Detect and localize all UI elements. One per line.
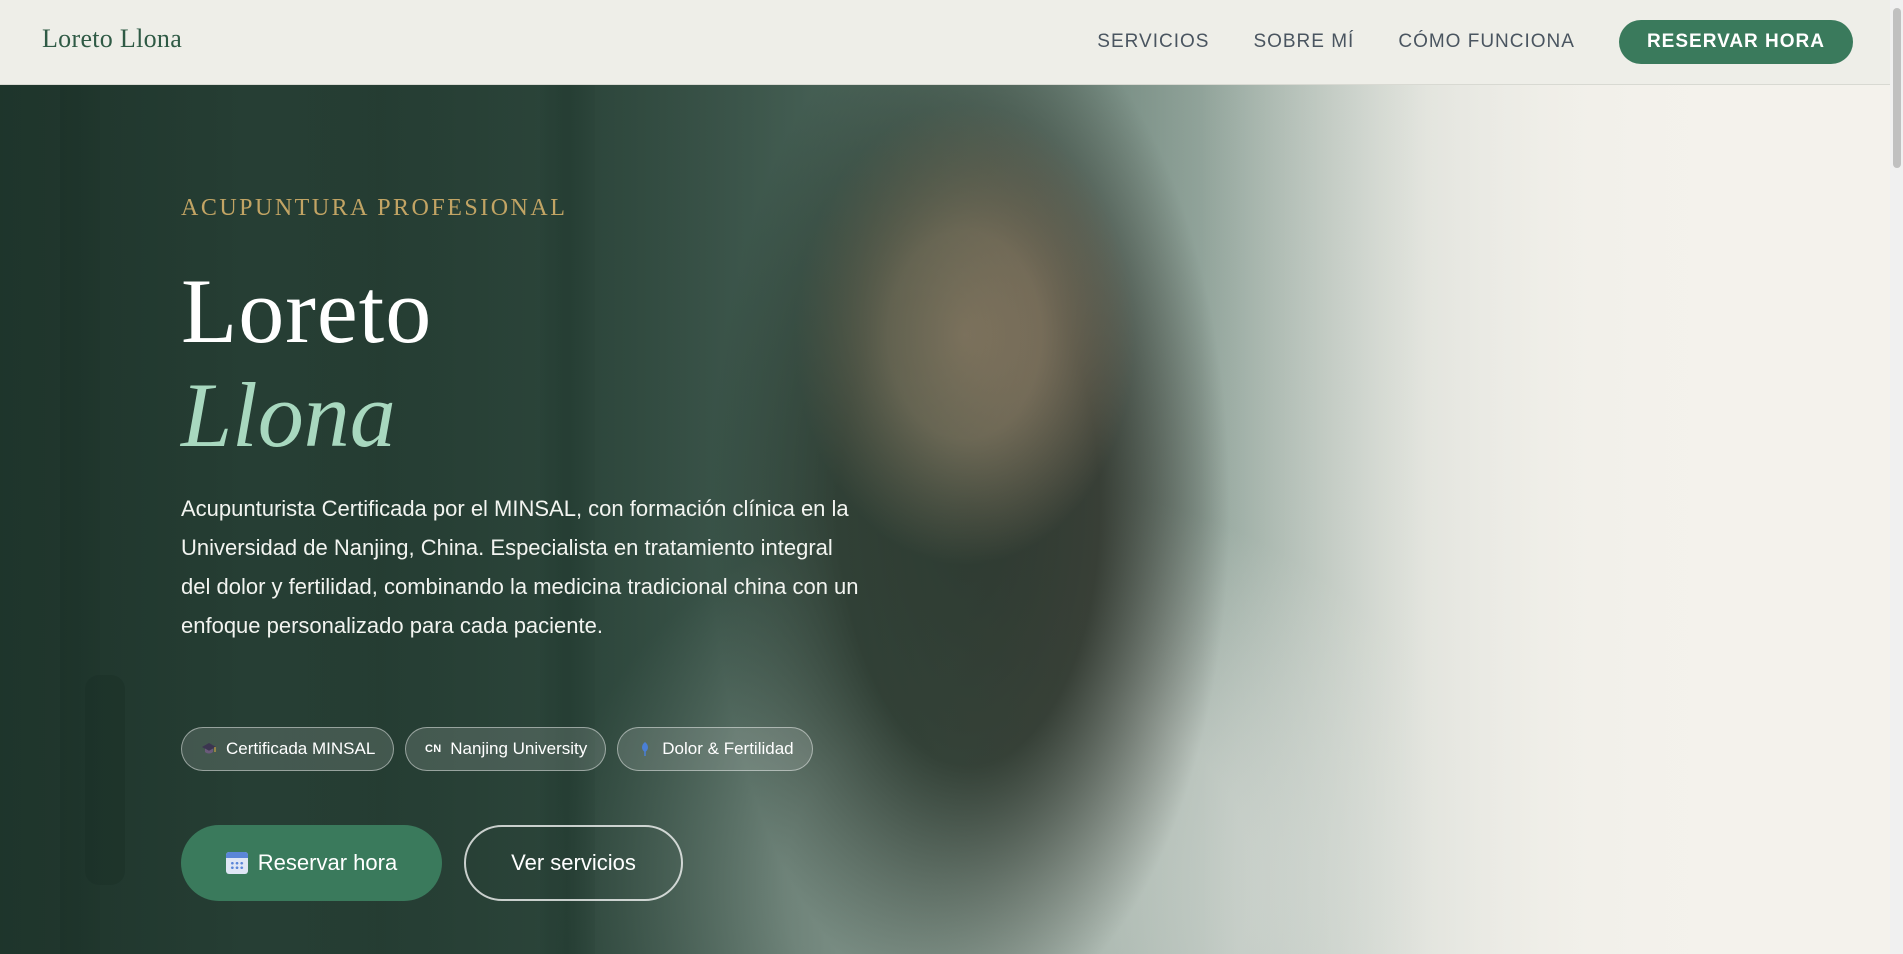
ver-servicios-button[interactable]: Ver servicios — [464, 825, 683, 901]
reservar-hora-nav-button[interactable]: RESERVAR HORA — [1618, 20, 1853, 64]
main-nav: SERVICIOS SOBRE MÍ CÓMO FUNCIONA RESERVA… — [1097, 20, 1853, 64]
credential-badges: Certificada MINSAL CN Nanjing University… — [181, 727, 813, 771]
hero-content: ACUPUNTURA PROFESIONAL Loreto Llona Acup… — [181, 85, 901, 954]
brand-logo[interactable]: Loreto Llona — [42, 24, 182, 54]
hero-description: Acupunturista Certificada por el MINSAL,… — [181, 496, 859, 638]
badge-label: Dolor & Fertilidad — [662, 739, 794, 758]
badge-label: Nanjing University — [450, 739, 588, 758]
badge-certificada-minsal: Certificada MINSAL — [181, 727, 395, 771]
nav-link-servicios[interactable]: SERVICIOS — [1097, 20, 1209, 64]
reservar-hora-button[interactable]: Reservar hora — [181, 825, 442, 901]
badge-nanjing-university: CN Nanjing University — [405, 727, 607, 771]
hero-eyebrow: ACUPUNTURA PROFESIONAL — [181, 195, 568, 221]
reservar-hora-label: Reservar hora — [257, 850, 398, 875]
hero-title-last-name: Llona — [181, 364, 396, 466]
scrollbar-thumb[interactable] — [1893, 8, 1901, 168]
nav-link-como-funciona[interactable]: CÓMO FUNCIONA — [1398, 20, 1575, 64]
cn-flag-icon: CN — [425, 743, 442, 755]
page-scrollbar[interactable] — [1890, 0, 1903, 954]
site-header: Loreto Llona SERVICIOS SOBRE MÍ CÓMO FUN… — [0, 0, 1903, 85]
leaf-icon — [636, 740, 654, 758]
hero-section: ACUPUNTURA PROFESIONAL Loreto Llona Acup… — [0, 85, 1903, 954]
hero-right-fade — [1200, 85, 1903, 954]
calendar-icon — [225, 852, 248, 874]
graduation-cap-icon — [200, 740, 218, 758]
nav-link-sobre-mi[interactable]: SOBRE MÍ — [1253, 20, 1354, 64]
badge-label: Certificada MINSAL — [226, 739, 376, 758]
hero-title-first-name: Loreto — [181, 260, 433, 362]
badge-dolor-fertilidad: Dolor & Fertilidad — [617, 727, 813, 771]
